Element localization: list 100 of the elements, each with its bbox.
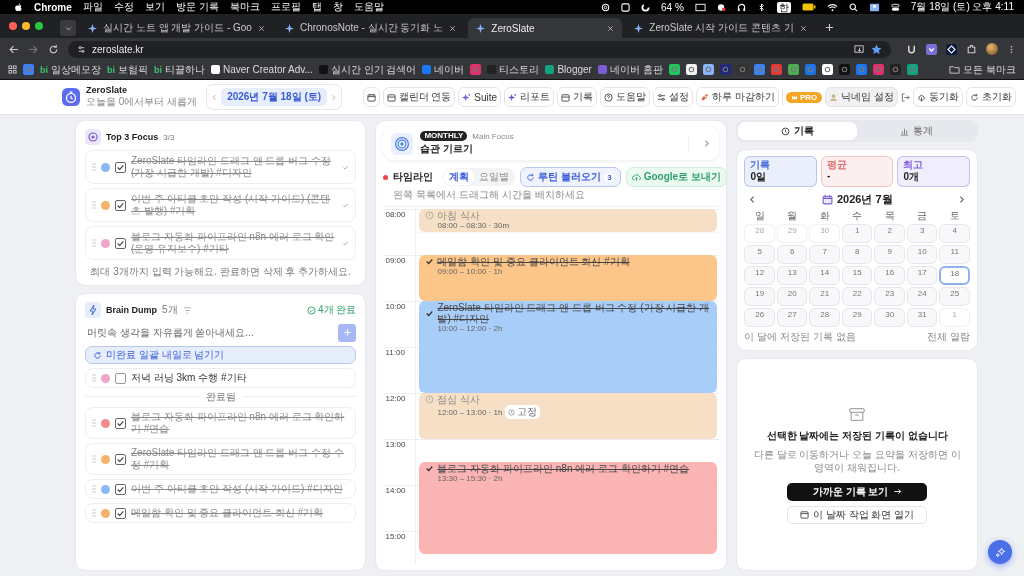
- toolbar-button[interactable]: 캘린더 연동: [382, 87, 456, 107]
- calendar-button[interactable]: [362, 87, 380, 107]
- timeline-event[interactable]: 메일함 확인 및 중요 클라이언트 회신 #기획 09:00 – 10:00 · 1h: [419, 255, 718, 301]
- calendar-day[interactable]: 19: [744, 287, 775, 306]
- bookmark-link[interactable]: Naver Creator Adv...: [211, 64, 313, 75]
- calendar-day[interactable]: 24: [907, 287, 938, 306]
- reload-icon[interactable]: [48, 43, 59, 55]
- search-icon[interactable]: [848, 2, 858, 12]
- close-icon[interactable]: [257, 24, 265, 32]
- timeline-event[interactable]: 점심 식사 12:00 – 13:00 · 1h 고정: [419, 393, 718, 439]
- assistant-button[interactable]: [988, 540, 1012, 564]
- calendar-day[interactable]: 4: [939, 224, 970, 243]
- bookmark-icon[interactable]: [668, 64, 680, 75]
- task-item[interactable]: 이번 주 아티클 초안 작성 (시작 가이드) #디자인: [85, 479, 357, 499]
- focus-item[interactable]: 이번 주 아티클 초안 작성 (시작 가이드) (콘텐츠 발행) #기획: [85, 188, 357, 222]
- bookmark-icon[interactable]: [702, 64, 714, 75]
- all-bookmarks-link[interactable]: 모든 북마크: [949, 62, 1016, 77]
- defer-button[interactable]: 미완료 일괄 내일로 넘기기: [85, 346, 357, 364]
- checkbox[interactable]: [115, 453, 126, 465]
- back-icon[interactable]: [8, 43, 19, 55]
- calendar-day[interactable]: 18: [939, 266, 970, 285]
- timeline-event[interactable]: ZeroSlate 타임라인 드래그 앤 드롭 버그 수정 (가장 시급한 개발) #디자인 10:00 – 12:00 · 2h: [419, 301, 718, 393]
- calendar-day[interactable]: 8: [841, 245, 873, 264]
- menu-item[interactable]: 탭: [311, 0, 322, 14]
- nearest-record-button[interactable]: 가까운 기록 보기: [787, 482, 928, 501]
- new-tab-icon[interactable]: [824, 23, 834, 32]
- bookmark-link[interactable]: 티스토리: [487, 62, 540, 77]
- input-source[interactable]: 한: [776, 1, 791, 13]
- checkbox[interactable]: [115, 237, 126, 249]
- task-item[interactable]: 메일함 확인 및 중요 클라이언트 회신 #기획: [85, 503, 357, 523]
- main-focus-bar[interactable]: MONTHLY Main Focus 습관 기르기: [383, 127, 720, 160]
- checkbox[interactable]: [115, 417, 126, 429]
- calendar-day[interactable]: 6: [776, 245, 808, 264]
- panel-tab[interactable]: 기록: [738, 122, 858, 140]
- menu-item[interactable]: 수정: [113, 0, 134, 14]
- forward-icon[interactable]: [28, 43, 39, 55]
- checkbox[interactable]: [115, 483, 126, 495]
- bookmark-icon[interactable]: [685, 64, 697, 75]
- toolbar-button[interactable]: 도움말: [600, 87, 651, 107]
- google-export-button[interactable]: Google로 보내기: [625, 167, 727, 187]
- bookmark-icon[interactable]: [821, 64, 833, 75]
- site-settings-icon[interactable]: [77, 44, 86, 54]
- calendar-day[interactable]: 28: [809, 308, 840, 327]
- bookmark-link[interactable]: bi 티끌하나: [154, 62, 205, 77]
- panel-tab[interactable]: 통계: [857, 122, 976, 140]
- calendar-day[interactable]: 10: [907, 245, 938, 264]
- task-item[interactable]: 블로그 자동화 파이프라인 n8n 에러 로그 확인하기 #연습: [85, 407, 357, 439]
- calendar-day[interactable]: 21: [809, 287, 840, 306]
- user-switch-icon[interactable]: [868, 1, 880, 13]
- toolbar-button[interactable]: 기록: [557, 87, 598, 107]
- bookmark-link[interactable]: 네이버: [422, 62, 465, 77]
- battery-icon[interactable]: [801, 3, 816, 11]
- calendar-day[interactable]: 27: [776, 308, 808, 327]
- bookmark-link[interactable]: Blogger: [545, 64, 592, 75]
- open-workspace-button[interactable]: 이 날짜 작업 화면 열기: [787, 505, 928, 524]
- calendar-day[interactable]: 31: [907, 308, 938, 327]
- nickname-button[interactable]: 닉네임 설정: [825, 87, 898, 107]
- calendar-day[interactable]: 13: [776, 266, 808, 285]
- menu-item[interactable]: 북마크: [229, 0, 260, 14]
- browser-tab[interactable]: ChronosNote - 실시간 동기화 노: [276, 18, 465, 38]
- checkbox[interactable]: [115, 372, 126, 384]
- close-icon[interactable]: [607, 24, 615, 32]
- extensions-icon[interactable]: [966, 43, 977, 55]
- menu-item[interactable]: 프로필: [270, 0, 301, 14]
- calendar-day[interactable]: 3: [907, 224, 938, 243]
- apps-grid-icon[interactable]: [8, 65, 17, 74]
- focus-item[interactable]: ZeroSlate 타임라인 드래그 앤 드롭 버그 수정 (가장 시급한 개발) #디자인: [85, 150, 357, 184]
- checkbox[interactable]: [115, 507, 126, 519]
- calendar-day[interactable]: 26: [744, 308, 775, 327]
- apple-icon[interactable]: [14, 2, 23, 12]
- browser-tab[interactable]: ZeroSlate: [468, 18, 623, 38]
- calendar-day[interactable]: 12: [744, 266, 775, 285]
- bookmark-star-icon[interactable]: [871, 43, 882, 55]
- calendar-day[interactable]: 2: [874, 224, 905, 243]
- app-menu[interactable]: Chrome: [34, 1, 72, 13]
- view-all-link[interactable]: 전체 열람: [927, 330, 970, 344]
- task-item[interactable]: ZeroSlate 타임라인 드래그 앤 드롭 버그 수정 수정 #기획: [85, 443, 357, 475]
- calendar-day[interactable]: 9: [874, 245, 905, 264]
- menu-item[interactable]: 방문 기록: [175, 0, 219, 14]
- calendar-day[interactable]: 14: [809, 266, 840, 285]
- toolbar-button[interactable]: 리포트: [504, 87, 555, 107]
- calendar-day[interactable]: 15: [841, 266, 873, 285]
- checkbox[interactable]: [115, 161, 126, 173]
- bookmark-link[interactable]: bi 보험픽: [107, 62, 148, 77]
- logout-icon[interactable]: [901, 92, 910, 102]
- close-icon[interactable]: [449, 24, 457, 32]
- bookmark-link[interactable]: 네이버 홈판: [597, 62, 663, 77]
- calendar-day[interactable]: 11: [939, 245, 970, 264]
- calendar-day[interactable]: 29: [841, 308, 873, 327]
- browser-tab[interactable]: ZeroSlate 시작 가이드 콘텐츠 기: [626, 18, 815, 38]
- control-center-icon[interactable]: [890, 2, 900, 12]
- calendar-day[interactable]: 5: [744, 245, 775, 264]
- view-tab[interactable]: 계획: [444, 169, 475, 185]
- square-icon[interactable]: [621, 2, 630, 12]
- menu-item[interactable]: 도움말: [353, 0, 384, 14]
- focus-item[interactable]: 블로그 자동화 파이프라인 n8n 에러 로그 확인 (운영 유지보수) #기타: [85, 226, 357, 260]
- toolbar-button[interactable]: 하루 마감하기: [696, 87, 779, 107]
- download-icon[interactable]: [926, 43, 937, 55]
- reset-button[interactable]: 초기화: [966, 87, 1016, 107]
- install-icon[interactable]: [854, 43, 865, 55]
